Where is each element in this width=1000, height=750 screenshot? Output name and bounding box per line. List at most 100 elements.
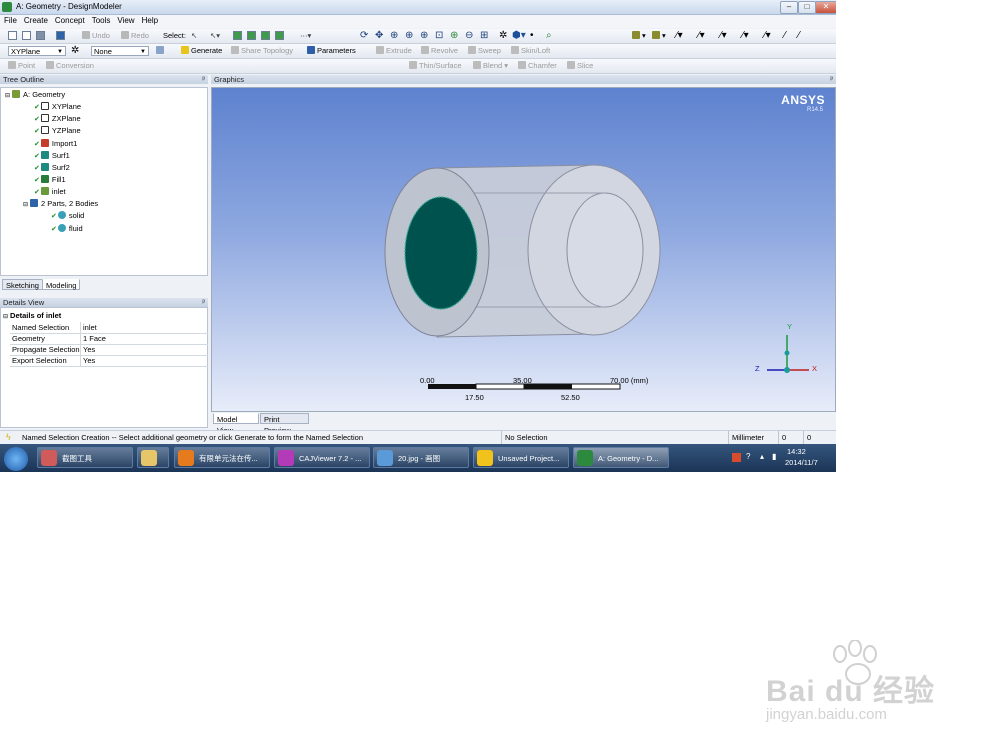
- mesh-icon[interactable]: ⁄▾: [764, 31, 771, 41]
- taskbar-item[interactable]: [137, 447, 169, 468]
- select-body-icon[interactable]: [275, 31, 284, 40]
- show-vertices-icon[interactable]: •: [530, 31, 534, 41]
- tab-print-preview[interactable]: Print Preview: [260, 413, 309, 435]
- details-row[interactable]: Export Selection Yes: [10, 355, 208, 367]
- units-status[interactable]: Millimeter: [728, 431, 778, 444]
- cursor-icon[interactable]: ⁄: [798, 31, 800, 41]
- tree-node[interactable]: ✔ Surf1: [34, 150, 70, 161]
- expand-tray-icon[interactable]: ▴: [760, 452, 764, 461]
- menu-help[interactable]: Help: [138, 15, 161, 25]
- taskbar-item[interactable]: A: Geometry - D...: [573, 447, 669, 468]
- zoom-to-fit-icon[interactable]: ⊡: [435, 31, 443, 41]
- sweep-button[interactable]: Sweep: [468, 46, 501, 56]
- tree-node[interactable]: ⊟ A: Geometry: [5, 89, 65, 100]
- share-topology-button[interactable]: Share Topology: [231, 46, 293, 56]
- edge-direction-icon[interactable]: ⁄▾: [720, 31, 727, 41]
- isometric-icon[interactable]: ⊞: [480, 31, 488, 41]
- clock-time[interactable]: 14:32: [787, 447, 806, 456]
- new-plane-icon[interactable]: ✲: [71, 46, 79, 56]
- network-icon[interactable]: ▮: [772, 452, 776, 461]
- slice-button[interactable]: Slice: [567, 61, 593, 71]
- point-button[interactable]: Point: [8, 61, 35, 71]
- select-mode-icon[interactable]: ↖▾: [210, 31, 220, 41]
- plane-select[interactable]: XYPlane ▼: [8, 46, 66, 56]
- sketch-select[interactable]: None ▼: [91, 46, 149, 56]
- menu-create[interactable]: Create: [20, 15, 51, 25]
- undo-button[interactable]: Undo: [82, 31, 110, 41]
- new-sketch-icon[interactable]: [156, 46, 166, 56]
- redo-button[interactable]: Redo: [121, 31, 149, 41]
- taskbar-item[interactable]: 有限单元法在传...: [174, 447, 270, 468]
- extrude-button[interactable]: Extrude: [376, 46, 412, 56]
- tree-node[interactable]: ✔ Import1: [34, 138, 77, 149]
- pin-icon[interactable]: ᵖ: [202, 75, 205, 84]
- thin-surface-icon[interactable]: ⁄▾: [676, 31, 683, 41]
- parameters-button[interactable]: Parameters: [307, 46, 356, 56]
- pan-icon[interactable]: ✥: [375, 31, 383, 41]
- revolve-button[interactable]: Revolve: [421, 46, 458, 56]
- details-group[interactable]: ⊟ Details of inlet: [3, 310, 61, 321]
- pin-icon[interactable]: ᵖ: [830, 75, 833, 84]
- cross-section-icon[interactable]: ⁄▾: [742, 31, 749, 41]
- tab-sketching[interactable]: Sketching: [2, 279, 43, 290]
- zoom-box-icon[interactable]: ⊕: [405, 31, 413, 41]
- pin-icon[interactable]: ⁄: [784, 31, 786, 41]
- minimize-button[interactable]: –: [780, 1, 798, 14]
- triad-toggle-icon[interactable]: ✲: [499, 31, 507, 41]
- tree-node[interactable]: ✔ solid: [51, 210, 84, 221]
- new-icon[interactable]: [8, 31, 17, 40]
- tree-node[interactable]: ✔ Surf2: [34, 162, 70, 173]
- tree-node[interactable]: ✔ Fill1: [34, 174, 66, 185]
- inlet-face[interactable]: [404, 196, 478, 310]
- blend-button[interactable]: Blend ▾: [473, 61, 508, 71]
- extend-selection-icon[interactable]: ⋯▾: [300, 31, 311, 41]
- taskbar-item[interactable]: 截图工具: [37, 447, 133, 468]
- export-icon[interactable]: [36, 31, 45, 40]
- select-vertex-icon[interactable]: [233, 31, 242, 40]
- menu-view[interactable]: View: [113, 15, 137, 25]
- edge-display-icon[interactable]: ▾: [652, 31, 666, 41]
- tree-node[interactable]: ✔ inlet: [34, 186, 66, 197]
- generate-button[interactable]: Generate: [181, 46, 222, 56]
- menu-file[interactable]: File: [0, 15, 20, 25]
- display-mode-icon[interactable]: ⬢▾: [512, 31, 526, 41]
- maximize-button[interactable]: □: [798, 1, 816, 14]
- model-canvas[interactable]: [212, 88, 835, 411]
- magnifier-icon[interactable]: ⊕: [450, 31, 458, 41]
- previous-view-icon[interactable]: ⊖: [465, 31, 473, 41]
- select-point-icon[interactable]: ↖: [191, 31, 197, 41]
- tray-app-icon[interactable]: [732, 453, 741, 462]
- tree-node[interactable]: ⊟ 2 Parts, 2 Bodies: [23, 198, 98, 209]
- menu-tools[interactable]: Tools: [88, 15, 114, 25]
- chamfer-button[interactable]: Chamfer: [518, 61, 557, 71]
- tree-node[interactable]: ✔ fluid: [51, 223, 83, 234]
- skinloft-button[interactable]: Skin/Loft: [511, 46, 550, 56]
- tab-modeling[interactable]: Modeling: [42, 279, 81, 290]
- thin-surface-button[interactable]: Thin/Surface: [409, 61, 462, 71]
- select-edge-icon[interactable]: [247, 31, 256, 40]
- tree-node[interactable]: ✔ ZXPlane: [34, 113, 81, 124]
- zoom-fit-icon[interactable]: ⊕: [420, 31, 428, 41]
- close-button[interactable]: ✕: [815, 1, 836, 14]
- menu-concept[interactable]: Concept: [51, 15, 88, 25]
- graphics-viewport[interactable]: ANSYS R14.5 0.00 35.00 70.00 (mm) 17.50 …: [211, 87, 836, 412]
- start-button[interactable]: [4, 447, 28, 471]
- taskbar-item[interactable]: 20.jpg - 画图: [373, 447, 469, 468]
- cylinder-model[interactable]: [384, 164, 661, 338]
- color-by-body-icon[interactable]: ▾: [632, 31, 646, 41]
- conversion-button[interactable]: Conversion: [46, 61, 94, 71]
- zoom-selection-icon[interactable]: ⌕: [546, 31, 552, 41]
- pin-icon[interactable]: ᵖ: [202, 298, 205, 307]
- help-icon[interactable]: ?: [746, 452, 750, 461]
- select-face-icon[interactable]: [261, 31, 270, 40]
- screenshot-icon[interactable]: [56, 31, 65, 40]
- tree-node[interactable]: ✔ YZPlane: [34, 125, 81, 136]
- tab-model-view[interactable]: Model View: [213, 413, 259, 435]
- save-icon[interactable]: [22, 31, 31, 40]
- edge-joint-icon[interactable]: ⁄▾: [698, 31, 705, 41]
- axis-triad[interactable]: [767, 335, 809, 373]
- tree-node[interactable]: ✔ XYPlane: [34, 101, 81, 112]
- taskbar-item[interactable]: CAJViewer 7.2 - ...: [274, 447, 370, 468]
- clock-date[interactable]: 2014/11/7: [785, 458, 818, 467]
- zoom-icon[interactable]: ⊕: [390, 31, 398, 41]
